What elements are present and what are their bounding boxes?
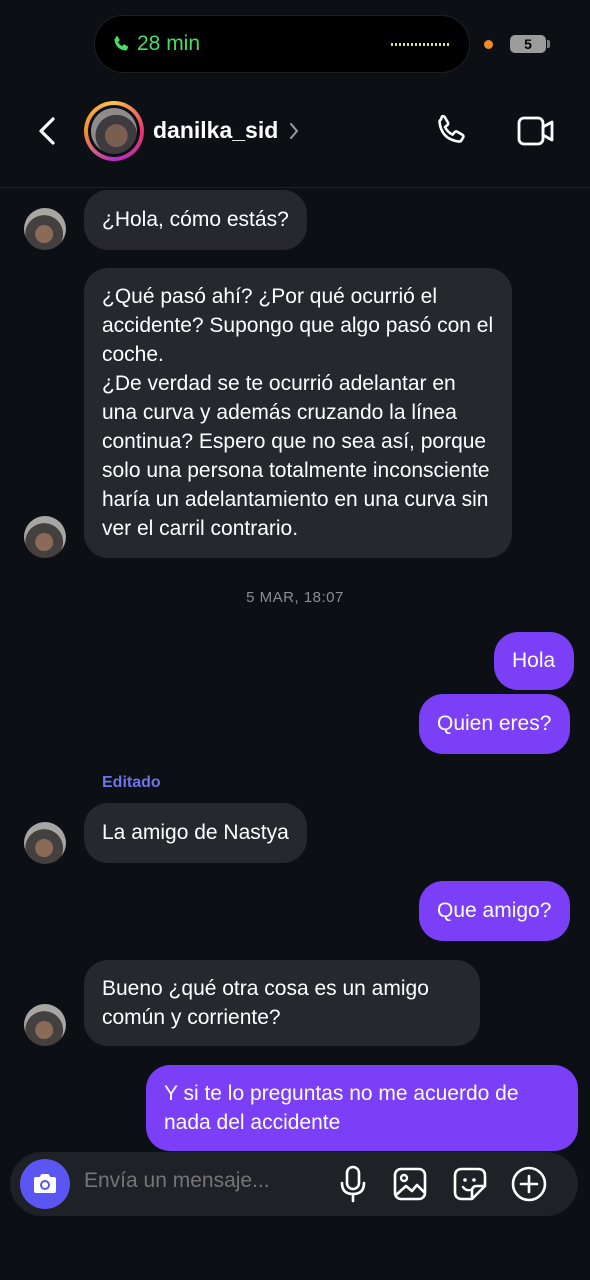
message-bubble-outgoing[interactable]: Quien eres? — [419, 694, 571, 754]
message-text: Hola — [512, 649, 556, 672]
message-input[interactable] — [84, 1169, 324, 1193]
message-bubble-incoming[interactable]: Bueno ¿qué otra cosa es un amigo común y… — [84, 960, 480, 1046]
dynamic-island[interactable]: 28 min — [94, 15, 470, 73]
message-bubble-outgoing[interactable]: Hola — [494, 632, 575, 690]
contact-avatar[interactable] — [24, 208, 66, 250]
battery-indicator: 5 — [510, 35, 546, 53]
privacy-indicator-dot — [484, 40, 493, 49]
battery-tip — [547, 40, 550, 48]
phone-icon — [114, 35, 129, 51]
gallery-icon[interactable] — [392, 1166, 428, 1202]
contact-username[interactable]: danilka_sid — [153, 117, 278, 144]
edited-label: Editado — [102, 774, 161, 791]
message-text: ¿Hola, cómo estás? — [102, 208, 289, 231]
message-timestamp: 5 MAR, 18:07 — [246, 589, 344, 606]
message-text: Y si te lo preguntas no me acuerdo de na… — [164, 1082, 519, 1134]
back-chevron-icon[interactable] — [30, 113, 66, 149]
chat-header: danilka_sid — [0, 95, 590, 188]
call-duration: 28 min — [137, 32, 201, 55]
audio-waveform — [391, 43, 451, 46]
message-text: Bueno ¿qué otra cosa es un amigo común y… — [102, 977, 429, 1029]
contact-avatar[interactable] — [24, 822, 66, 864]
message-text: Quien eres? — [437, 712, 552, 735]
message-text: Que amigo? — [437, 899, 552, 922]
contact-avatar[interactable] — [24, 1004, 66, 1046]
message-composer — [10, 1152, 578, 1216]
message-bubble-incoming[interactable]: La amigo de Nastya — [84, 803, 307, 863]
plus-circle-icon[interactable] — [510, 1165, 548, 1203]
phone-call-icon[interactable] — [432, 111, 472, 151]
camera-icon — [34, 1174, 56, 1193]
camera-button[interactable] — [20, 1159, 70, 1209]
sticker-icon[interactable] — [452, 1166, 488, 1202]
chevron-right-icon[interactable] — [288, 121, 300, 141]
message-bubble-incoming[interactable]: ¿Hola, cómo estás? — [84, 190, 307, 250]
message-bubble-outgoing[interactable]: Que amigo? — [419, 881, 571, 941]
message-bubble-incoming[interactable]: ¿Qué pasó ahí? ¿Por qué ocurrió el accid… — [84, 268, 512, 558]
avatar[interactable] — [91, 108, 137, 154]
message-text: ¿De verdad se te ocurrió adelantar en un… — [102, 372, 490, 540]
message-text: ¿Qué pasó ahí? ¿Por qué ocurrió el accid… — [102, 285, 494, 366]
message-bubble-outgoing[interactable]: Y si te lo preguntas no me acuerdo de na… — [146, 1065, 578, 1151]
message-text: La amigo de Nastya — [102, 821, 289, 844]
video-call-icon[interactable] — [516, 113, 556, 149]
contact-avatar[interactable] — [24, 516, 66, 558]
microphone-icon[interactable] — [338, 1165, 368, 1203]
